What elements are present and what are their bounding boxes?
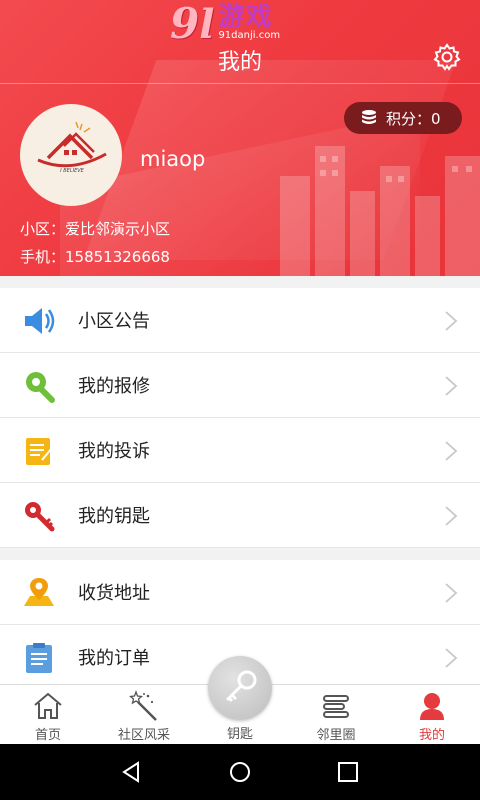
points-badge[interactable]: 积分：0 (344, 102, 462, 134)
menu-item-label: 收货地址 (78, 583, 150, 604)
points-label: 积分：0 (386, 109, 441, 128)
map-pin-icon (24, 578, 54, 606)
nav-label: 邻里圈 (316, 728, 356, 743)
key-center-label: 钥匙 (226, 727, 253, 742)
avatar-tagline: I BELIEVE (60, 168, 84, 174)
title-bar: 9l 游戏 91danji.com 我的 (0, 0, 480, 84)
menu-item-label: 小区公告 (78, 311, 150, 332)
menu-item-label: 我的钥匙 (78, 506, 150, 527)
key-center-button[interactable] (208, 656, 272, 720)
menu-item-repairs[interactable]: 我的报修 (0, 353, 480, 418)
speaker-icon (25, 308, 55, 334)
avatar[interactable]: I BELIEVE (20, 104, 122, 206)
menu-item-keys[interactable]: 我的钥匙 (0, 483, 480, 548)
home-icon (34, 692, 62, 719)
clipboard-icon (26, 643, 52, 673)
settings-gear-icon[interactable] (432, 42, 462, 72)
nav-neighborhood[interactable]: 邻里圈 (288, 685, 384, 745)
username: miaop (140, 147, 206, 171)
chevron-right-icon (445, 648, 458, 668)
house-logo-icon: I BELIEVE (37, 121, 107, 174)
recent-apps-icon[interactable] (336, 760, 360, 784)
nav-label: 我的 (418, 728, 445, 743)
watermark-text: 游戏 (218, 2, 273, 32)
menu-item-announcements[interactable]: 小区公告 (0, 288, 480, 353)
city-skyline-illustration (280, 146, 480, 276)
nav-mine[interactable]: 我的 (384, 685, 480, 745)
community-info: 小区：爱比邻演示小区 (20, 220, 171, 238)
lines-icon (323, 695, 349, 718)
database-icon (362, 110, 376, 124)
nav-label: 社区风采 (117, 728, 170, 743)
chevron-right-icon (445, 583, 458, 603)
android-system-nav (0, 744, 480, 800)
menu-item-label: 我的订单 (78, 648, 150, 669)
nav-home[interactable]: 首页 (0, 685, 96, 745)
menu-item-complaints[interactable]: 我的投诉 (0, 418, 480, 483)
chevron-right-icon (445, 311, 458, 331)
magic-wand-icon (128, 690, 157, 721)
wrench-icon (26, 372, 55, 403)
watermark-logo: 9l (170, 0, 215, 48)
chevron-right-icon (445, 376, 458, 396)
chevron-right-icon (445, 441, 458, 461)
menu-group-services: 小区公告 我的报修 我的投诉 我的钥匙 (0, 288, 480, 548)
menu-item-label: 我的投诉 (78, 441, 150, 462)
profile-header: 9l 游戏 91danji.com 我的 积分：0 I BELIEVE miao… (0, 0, 480, 276)
chevron-right-icon (445, 506, 458, 526)
phone-info: 手机：15851326668 (20, 248, 170, 266)
key-icon (226, 670, 257, 703)
key-icon (25, 502, 55, 532)
nav-label: 首页 (34, 728, 61, 743)
notepad-icon (26, 438, 53, 465)
home-circle-icon[interactable] (228, 760, 252, 784)
watermark-url: 91danji.com (218, 30, 281, 41)
menu-item-label: 我的报修 (78, 376, 150, 397)
menu-item-address[interactable]: 收货地址 (0, 560, 480, 625)
page-title: 我的 (217, 50, 262, 75)
person-icon (420, 693, 444, 720)
nav-community[interactable]: 社区风采 (96, 685, 192, 745)
back-icon[interactable] (120, 760, 144, 784)
